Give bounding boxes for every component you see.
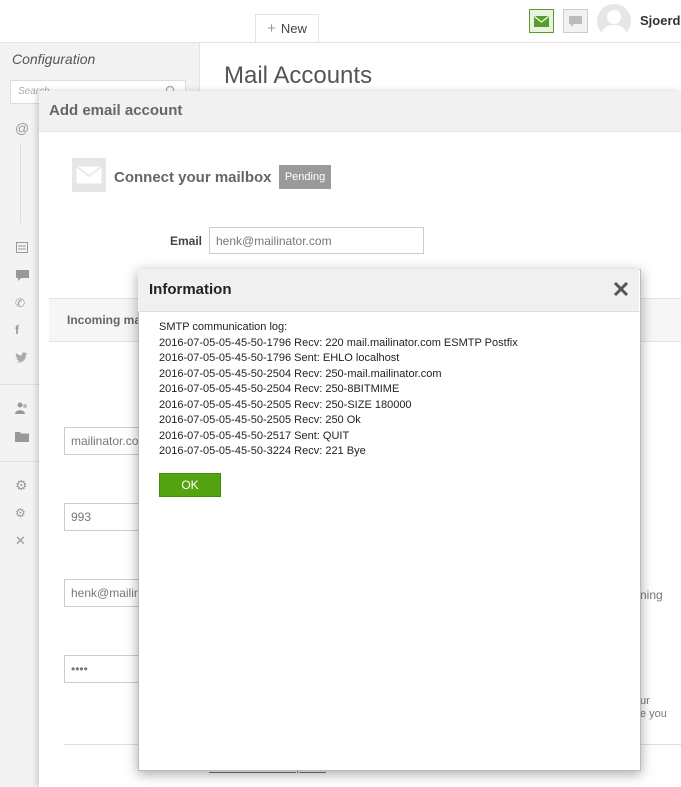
ok-button[interactable]: OK xyxy=(159,473,221,497)
chat-icon xyxy=(569,15,582,27)
log-line: 2016-07-05-05-45-50-2505 Recv: 250 Ok xyxy=(159,414,361,426)
avatar-icon xyxy=(601,10,627,38)
new-button[interactable]: + New xyxy=(255,14,319,42)
mailbox-icon-box xyxy=(72,158,106,192)
log-line: 2016-07-05-05-45-50-3224 Recv: 221 Bye xyxy=(159,445,366,457)
avatar[interactable] xyxy=(597,4,631,38)
plus-icon: + xyxy=(267,20,276,37)
username[interactable]: Sjoerd xyxy=(640,13,680,28)
log-line: 2016-07-05-05-45-50-1796 Sent: EHLO loca… xyxy=(159,352,400,364)
tree-line xyxy=(20,143,21,223)
list-icon[interactable] xyxy=(16,242,28,253)
log-line: 2016-07-05-05-45-50-2504 Recv: 250-mail.… xyxy=(159,367,442,380)
log-line: 2016-07-05-05-45-50-2504 Recv: 250-8BITM… xyxy=(159,383,400,395)
folder-icon[interactable] xyxy=(15,431,29,442)
dialog-title: Information xyxy=(149,281,232,298)
twitter-icon[interactable] xyxy=(15,352,29,364)
user-hint: ning xyxy=(640,588,663,602)
panel-title: Add email account xyxy=(49,102,183,119)
gears-icon[interactable]: ⚙ xyxy=(15,506,26,520)
smtp-log: SMTP communication log: 2016-07-05-05-45… xyxy=(159,320,619,460)
password-hint-2: e you xyxy=(640,708,667,720)
at-icon[interactable]: @ xyxy=(15,120,29,136)
sidebar-title: Configuration xyxy=(12,51,96,67)
gear-icon[interactable]: ⚙ xyxy=(15,477,28,494)
status-badge: Pending xyxy=(279,165,331,189)
page-title: Mail Accounts xyxy=(224,62,373,89)
log-header: SMTP communication log: xyxy=(159,321,288,333)
new-button-label: New xyxy=(280,21,307,36)
connect-mailbox-label: Connect your mailbox xyxy=(114,169,272,186)
log-line: 2016-07-05-05-45-50-2517 Sent: QUIT xyxy=(159,429,350,442)
log-line: 2016-07-05-05-45-50-2505 Recv: 250-SIZE … xyxy=(159,398,412,411)
mail-notifications-button[interactable] xyxy=(529,9,554,33)
users-icon[interactable] xyxy=(15,402,29,414)
tools-icon[interactable]: ✕ xyxy=(15,533,26,549)
chat-notifications-button[interactable] xyxy=(563,9,588,33)
email-field[interactable]: henk@mailinator.com xyxy=(209,227,424,254)
log-line: 2016-07-05-05-45-50-1796 Recv: 220 mail.… xyxy=(159,336,518,349)
mail-icon xyxy=(534,15,549,27)
envelope-icon xyxy=(76,166,102,184)
facebook-icon[interactable]: f xyxy=(15,323,19,337)
password-hint-1: ur xyxy=(640,695,650,707)
email-label: Email xyxy=(170,234,203,248)
close-icon[interactable] xyxy=(610,278,632,300)
phone-icon[interactable]: ✆ xyxy=(15,296,25,310)
comment-icon[interactable] xyxy=(16,270,29,282)
incoming-section-label: Incoming ma xyxy=(67,313,142,327)
